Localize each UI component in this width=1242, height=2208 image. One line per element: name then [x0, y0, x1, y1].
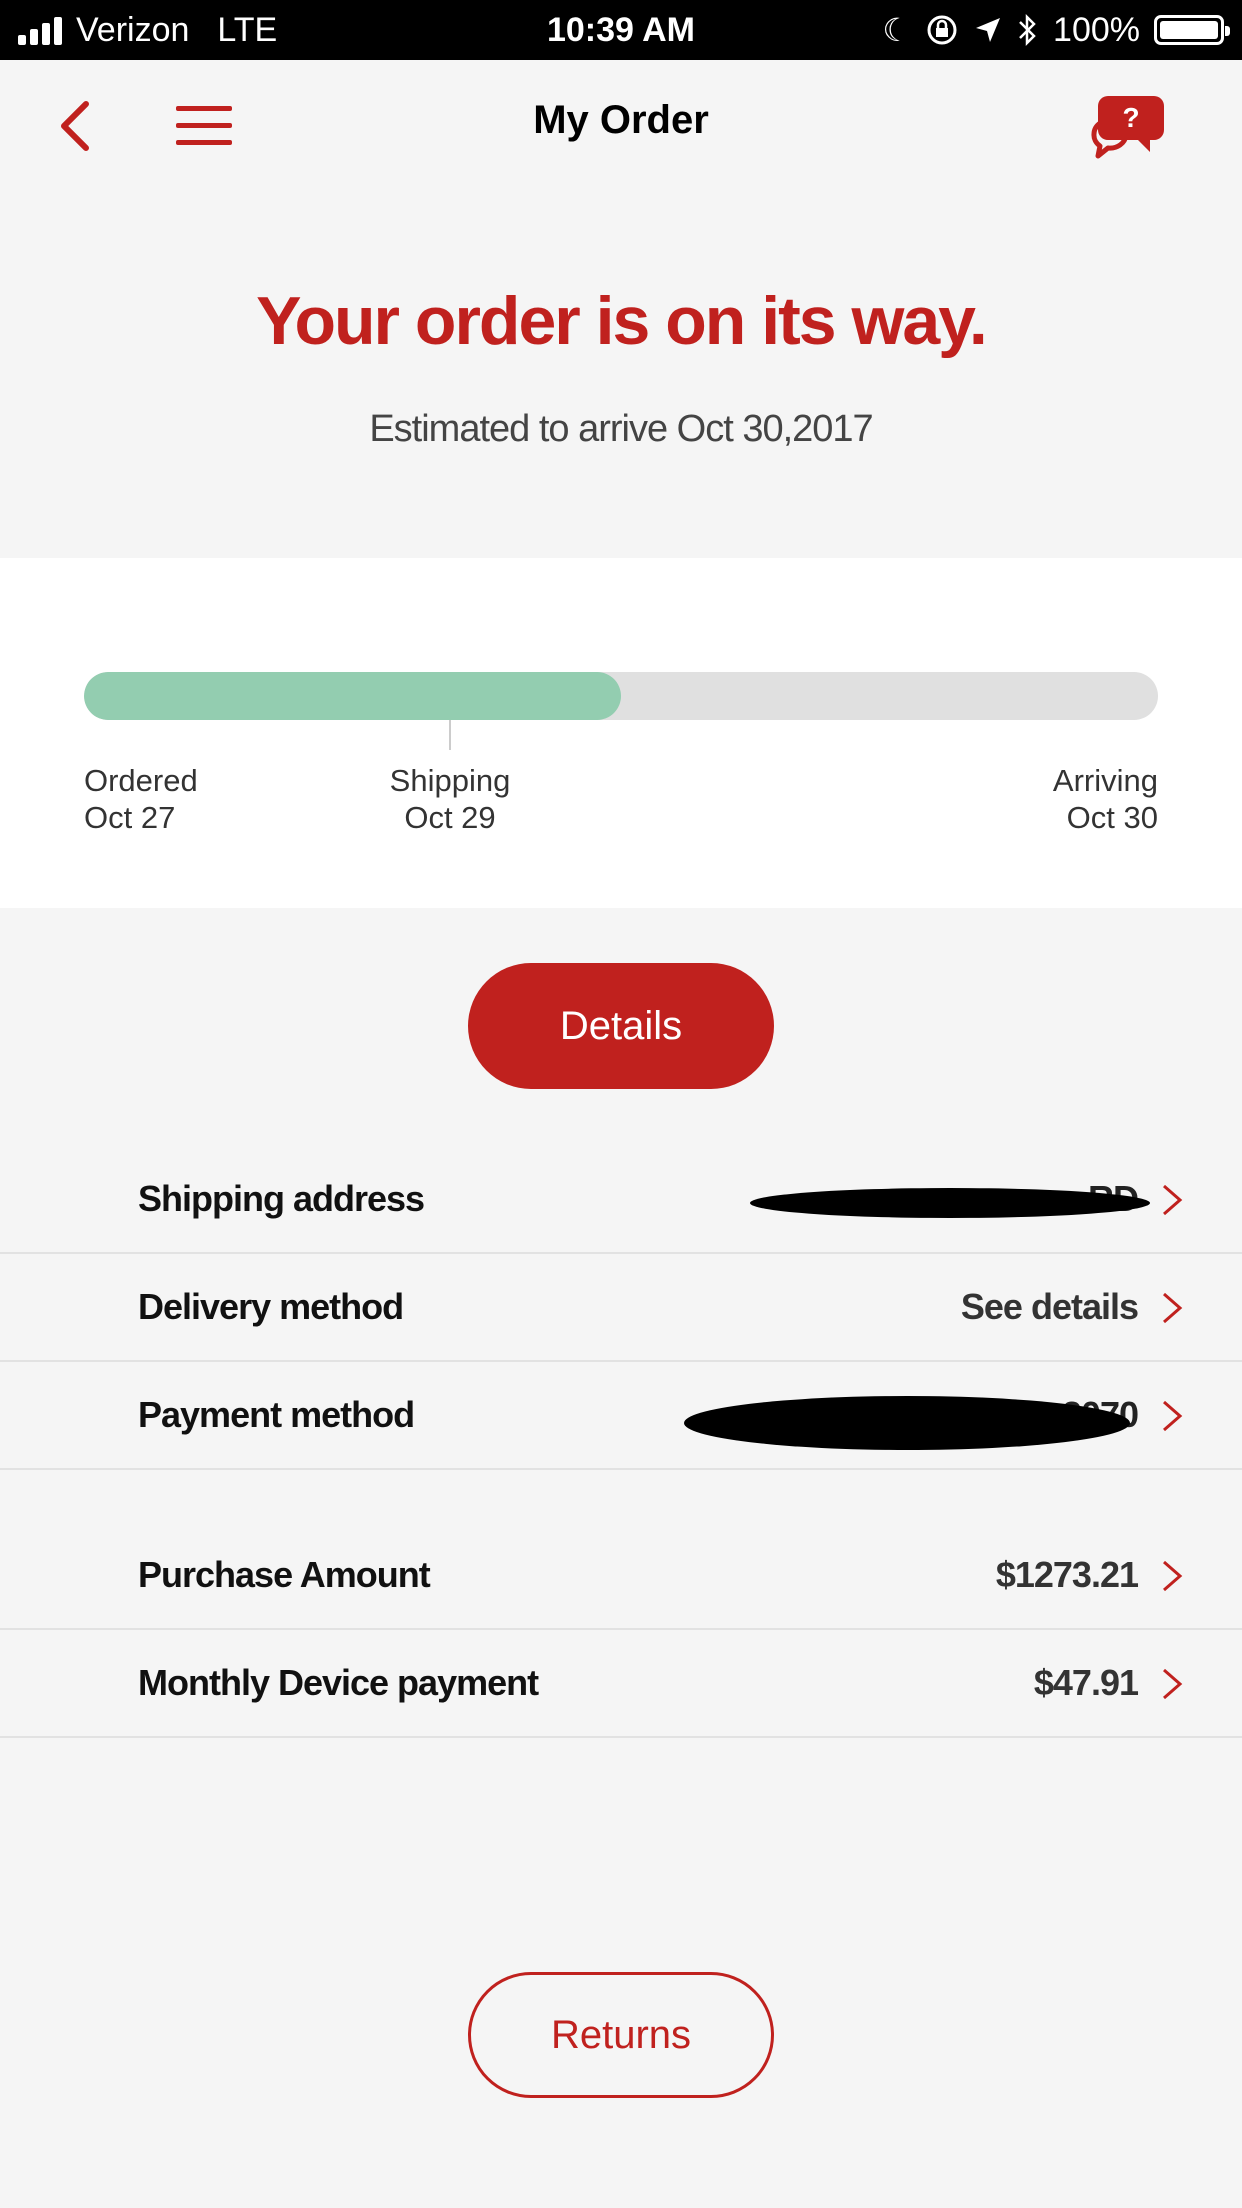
row-shipping-address[interactable]: Shipping address RD: [0, 1146, 1242, 1254]
chat-badge: ?: [1122, 102, 1139, 133]
moon-icon: ☾: [882, 12, 912, 48]
order-status-hero: Your order is on its way. Estimated to a…: [0, 190, 1242, 558]
order-status-headline: Your order is on its way.: [256, 283, 988, 359]
shipping-progress-card: Ordered Oct 27 Shipping Oct 29 Arriving …: [0, 558, 1242, 908]
chevron-right-icon: [1163, 1292, 1183, 1324]
stage-ordered-label: Ordered: [84, 763, 198, 798]
progress-track: [84, 672, 1158, 720]
page-title: My Order: [533, 98, 709, 142]
row-delivery-method[interactable]: Delivery method See details: [0, 1254, 1242, 1362]
rotation-lock-icon: [927, 15, 957, 45]
status-right: ☾ 100%: [882, 10, 1230, 50]
stage-shipping: Shipping Oct 29: [350, 762, 550, 836]
row-value: See details: [960, 1286, 1139, 1327]
stage-arriving-date: Oct 30: [1066, 800, 1158, 835]
stage-shipping-label: Shipping: [389, 763, 511, 798]
chevron-right-icon: [1163, 1400, 1183, 1432]
status-bar: Verizon LTE 10:39 AM ☾ 100%: [0, 0, 1242, 60]
stage-ordered: Ordered Oct 27: [84, 762, 198, 836]
network-label: LTE: [217, 10, 278, 49]
redaction-mark: [684, 1396, 1130, 1450]
row-monthly-device-payment[interactable]: Monthly Device payment $47.91: [0, 1630, 1242, 1738]
stage-arriving-label: Arriving: [1052, 763, 1158, 798]
row-value: $47.91: [1033, 1662, 1139, 1703]
row-label: Purchase Amount: [138, 1554, 431, 1595]
returns-button[interactable]: Returns: [468, 1972, 774, 2098]
progress-tick: [449, 720, 451, 750]
nav-bar: My Order ?: [0, 60, 1242, 190]
chevron-right-icon: [1163, 1184, 1183, 1216]
signal-icon: [18, 15, 62, 45]
carrier-label: Verizon: [76, 10, 190, 49]
row-label: Delivery method: [138, 1286, 404, 1327]
row-label: Payment method: [138, 1394, 415, 1435]
bluetooth-icon: [1019, 13, 1036, 47]
battery-icon: [1154, 15, 1230, 45]
row-label: Shipping address: [138, 1178, 425, 1219]
estimated-arrival: Estimated to arrive Oct 30,2017: [369, 408, 873, 450]
row-value: $1273.21: [995, 1554, 1139, 1595]
battery-percent: 100%: [1053, 10, 1140, 49]
redaction-mark: [750, 1188, 1150, 1218]
row-label: Monthly Device payment: [138, 1662, 539, 1703]
progress-fill: [84, 672, 621, 720]
status-left: Verizon LTE: [18, 11, 277, 50]
stage-shipping-date: Oct 29: [404, 800, 496, 835]
row-payment-method[interactable]: Payment method Mas 2070: [0, 1362, 1242, 1470]
stage-arriving: Arriving Oct 30: [1053, 762, 1158, 836]
chat-help-icon[interactable]: ?: [1086, 90, 1166, 166]
chevron-right-icon: [1163, 1668, 1183, 1700]
row-purchase-amount[interactable]: Purchase Amount $1273.21: [0, 1522, 1242, 1630]
stage-ordered-date: Oct 27: [84, 800, 176, 835]
location-icon: [976, 18, 1001, 42]
chevron-right-icon: [1163, 1560, 1183, 1592]
details-button[interactable]: Details: [468, 963, 774, 1089]
